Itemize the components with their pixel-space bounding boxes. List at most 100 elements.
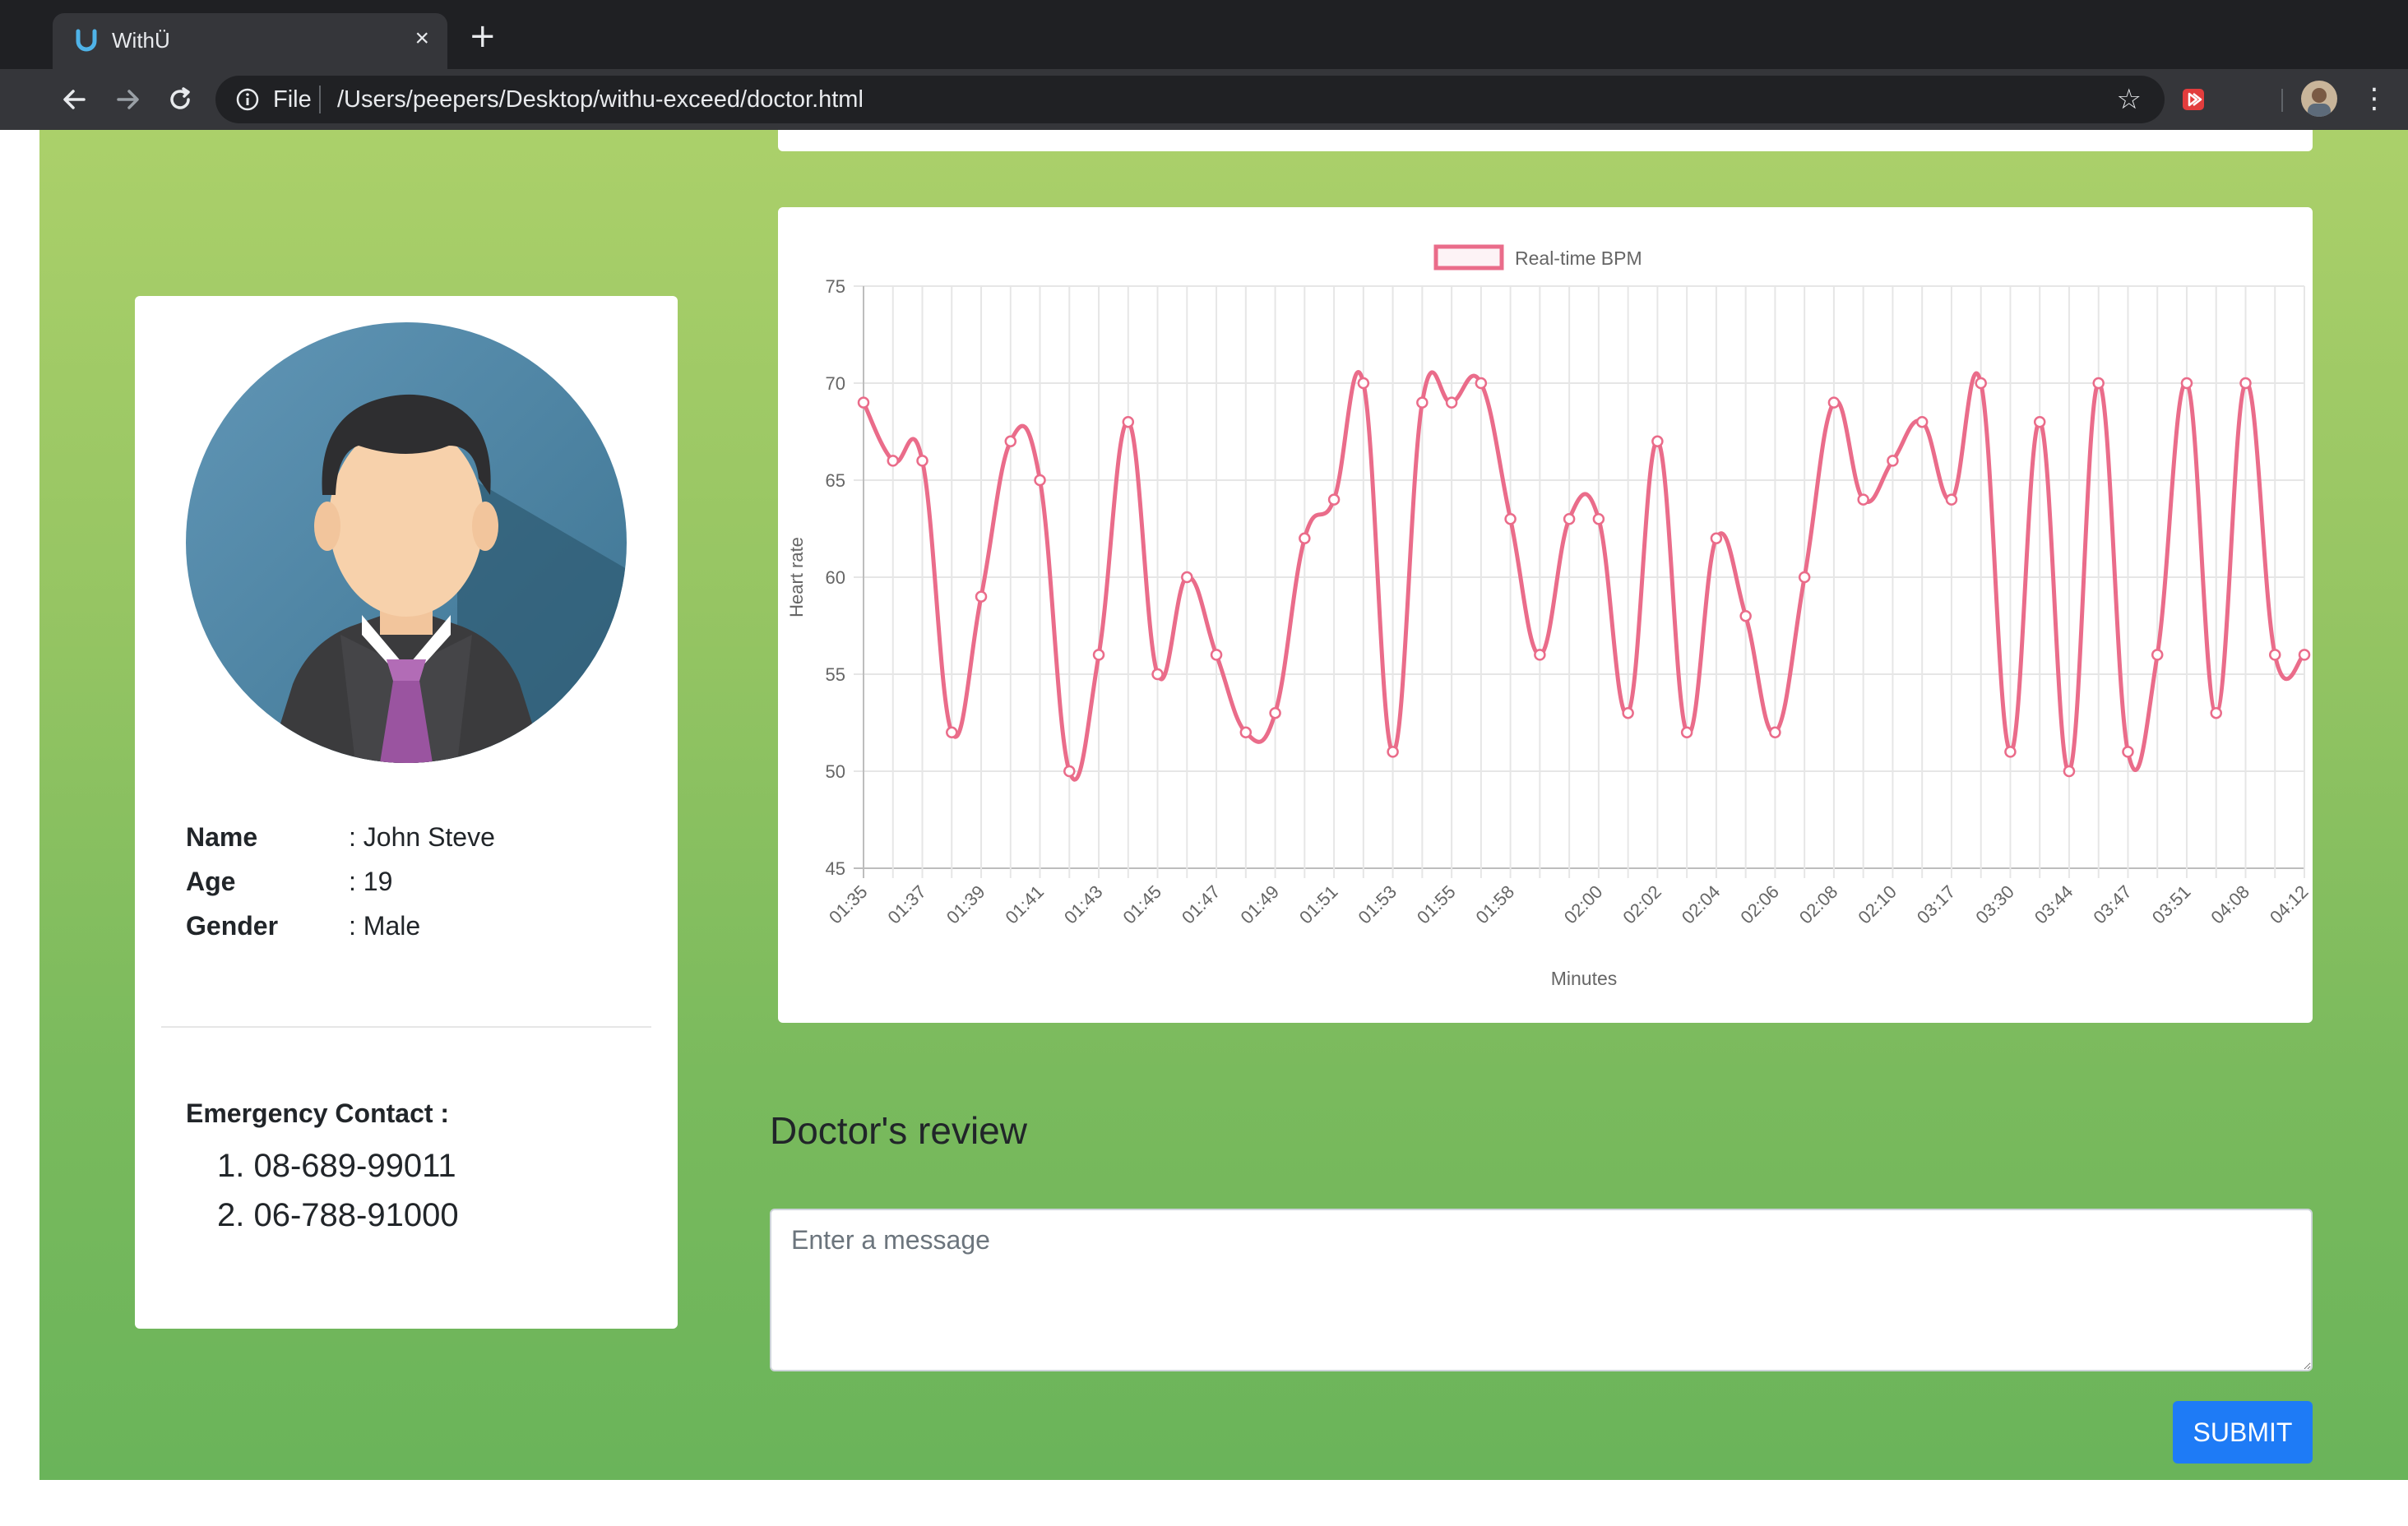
star-icon[interactable]: ☆ <box>2117 84 2142 115</box>
gender-label: Gender <box>186 911 279 941</box>
x-tick-label: 01:53 <box>1354 881 1401 928</box>
bpm-data-point <box>1975 377 1987 390</box>
x-tick-label: 01:49 <box>1236 881 1283 928</box>
y-tick-label: 70 <box>826 373 845 394</box>
x-tick-label: 03:51 <box>2148 881 2195 928</box>
x-tick-label: 03:47 <box>2089 881 2136 928</box>
y-tick-label: 55 <box>826 664 845 685</box>
bpm-data-point <box>2268 649 2281 661</box>
x-tick-label: 03:30 <box>1971 881 2018 928</box>
browser-tab[interactable]: WithÜ × <box>53 13 447 69</box>
url-text[interactable]: /Users/peepers/Desktop/withu-exceed/doct… <box>337 86 864 113</box>
url-separator <box>319 86 321 113</box>
x-tick-label: 01:47 <box>1178 881 1225 928</box>
x-tick-label: 02:04 <box>1678 881 1725 928</box>
page-viewport: Name : John Steve Age : 19 Gender : Male… <box>39 130 2408 1480</box>
x-tick-label: 02:10 <box>1854 881 1901 928</box>
x-tick-label: 01:55 <box>1413 881 1460 928</box>
x-tick-label: 02:06 <box>1736 881 1783 928</box>
bpm-data-point <box>1122 415 1135 428</box>
profile-icon[interactable] <box>2301 81 2337 117</box>
emergency-contact-item: 2. 06-788-91000 <box>217 1197 459 1233</box>
bpm-data-point <box>1445 396 1458 409</box>
bpm-data-point <box>1592 512 1605 525</box>
x-tick-label: 01:39 <box>942 881 989 928</box>
bpm-data-point <box>1622 706 1634 719</box>
y-tick-label: 45 <box>826 858 845 879</box>
bpm-data-point <box>1945 493 1958 506</box>
bpm-data-point <box>1357 377 1370 390</box>
x-tick-label: 03:17 <box>1913 881 1960 928</box>
bpm-data-point <box>2239 377 2252 390</box>
bpm-data-point <box>1063 765 1076 778</box>
bpm-data-point <box>1387 746 1399 758</box>
bpm-data-point <box>1416 396 1429 409</box>
bpm-data-point <box>1239 726 1253 739</box>
bpm-data-point <box>975 590 988 603</box>
legend-swatch <box>1433 244 1504 271</box>
bpm-data-point <box>1475 377 1488 390</box>
x-tick-label: 02:08 <box>1795 881 1842 928</box>
bpm-data-point <box>1504 512 1517 525</box>
new-tab-icon[interactable]: + <box>469 20 497 53</box>
x-tick-label: 02:02 <box>1618 881 1665 928</box>
age-label: Age <box>186 867 236 896</box>
browser-toolbar: File /Users/peepers/Desktop/withu-exceed… <box>0 69 2408 130</box>
bpm-data-point <box>1210 649 1223 661</box>
bpm-series-line <box>861 370 2306 782</box>
reload-icon[interactable] <box>163 82 197 117</box>
y-tick-label: 65 <box>826 470 845 491</box>
bpm-data-point <box>2033 415 2046 428</box>
bpm-data-point <box>1827 396 1841 409</box>
emergency-contact-title: Emergency Contact : <box>186 1098 450 1128</box>
bpm-data-point <box>946 726 958 739</box>
bpm-data-point <box>2298 649 2311 661</box>
y-tick-label: 60 <box>826 567 845 588</box>
bpm-data-point <box>1092 649 1105 661</box>
bpm-data-point <box>2210 706 2222 719</box>
bpm-data-point <box>1563 512 1576 525</box>
x-tick-label: 03:44 <box>2031 881 2077 928</box>
bpm-data-point <box>1034 474 1046 487</box>
y-tick-label: 75 <box>826 276 845 297</box>
toolbar-divider <box>2281 89 2283 112</box>
browser-tab-bar: WithÜ × + <box>0 0 2408 69</box>
x-tick-label: 01:37 <box>883 881 930 928</box>
previous-card-bottom <box>778 130 2313 151</box>
bpm-data-point <box>1680 726 1693 739</box>
bpm-data-point <box>1857 493 1869 506</box>
x-axis-title: Minutes <box>1551 968 1618 989</box>
name-value: : John Steve <box>349 822 495 852</box>
x-tick-label: 01:41 <box>1001 881 1048 928</box>
x-tick-label: 01:35 <box>825 881 872 928</box>
menu-icon[interactable]: ⋮ <box>2360 84 2388 113</box>
bpm-data-point <box>1269 706 1281 719</box>
bpm-data-point <box>2122 746 2134 758</box>
x-tick-label: 04:12 <box>2266 881 2313 928</box>
bpm-data-point <box>1181 571 1193 584</box>
submit-button[interactable]: SUBMIT <box>2173 1401 2313 1464</box>
back-icon[interactable] <box>58 82 92 117</box>
bpm-data-point <box>1739 609 1752 622</box>
x-tick-label: 01:43 <box>1060 881 1107 928</box>
bpm-data-point <box>1534 649 1546 661</box>
forward-icon[interactable] <box>110 82 145 117</box>
bpm-data-point <box>857 396 870 409</box>
x-tick-label: 04:08 <box>2207 881 2253 928</box>
gender-value: : Male <box>349 911 421 941</box>
bpm-data-point <box>1299 532 1311 545</box>
info-icon[interactable] <box>234 86 262 113</box>
bpm-data-point <box>1327 493 1341 506</box>
app-favicon-icon <box>76 29 97 52</box>
extension-icon[interactable] <box>2181 87 2206 112</box>
address-bar[interactable]: File /Users/peepers/Desktop/withu-exceed… <box>215 76 2165 123</box>
review-message-input[interactable] <box>770 1209 2313 1371</box>
heart-rate-chart: 4550556065707501:35 01:37 01:39 01:41 01:43 0… <box>786 244 2313 989</box>
age-value: : 19 <box>349 867 393 896</box>
bpm-data-point <box>1915 415 1929 428</box>
close-icon[interactable]: × <box>414 25 429 53</box>
x-tick-label: 02:00 <box>1560 881 1607 928</box>
avatar <box>186 322 627 763</box>
patient-profile-card: Name : John Steve Age : 19 Gender : Male… <box>135 296 678 1329</box>
bpm-data-point <box>2180 377 2193 390</box>
